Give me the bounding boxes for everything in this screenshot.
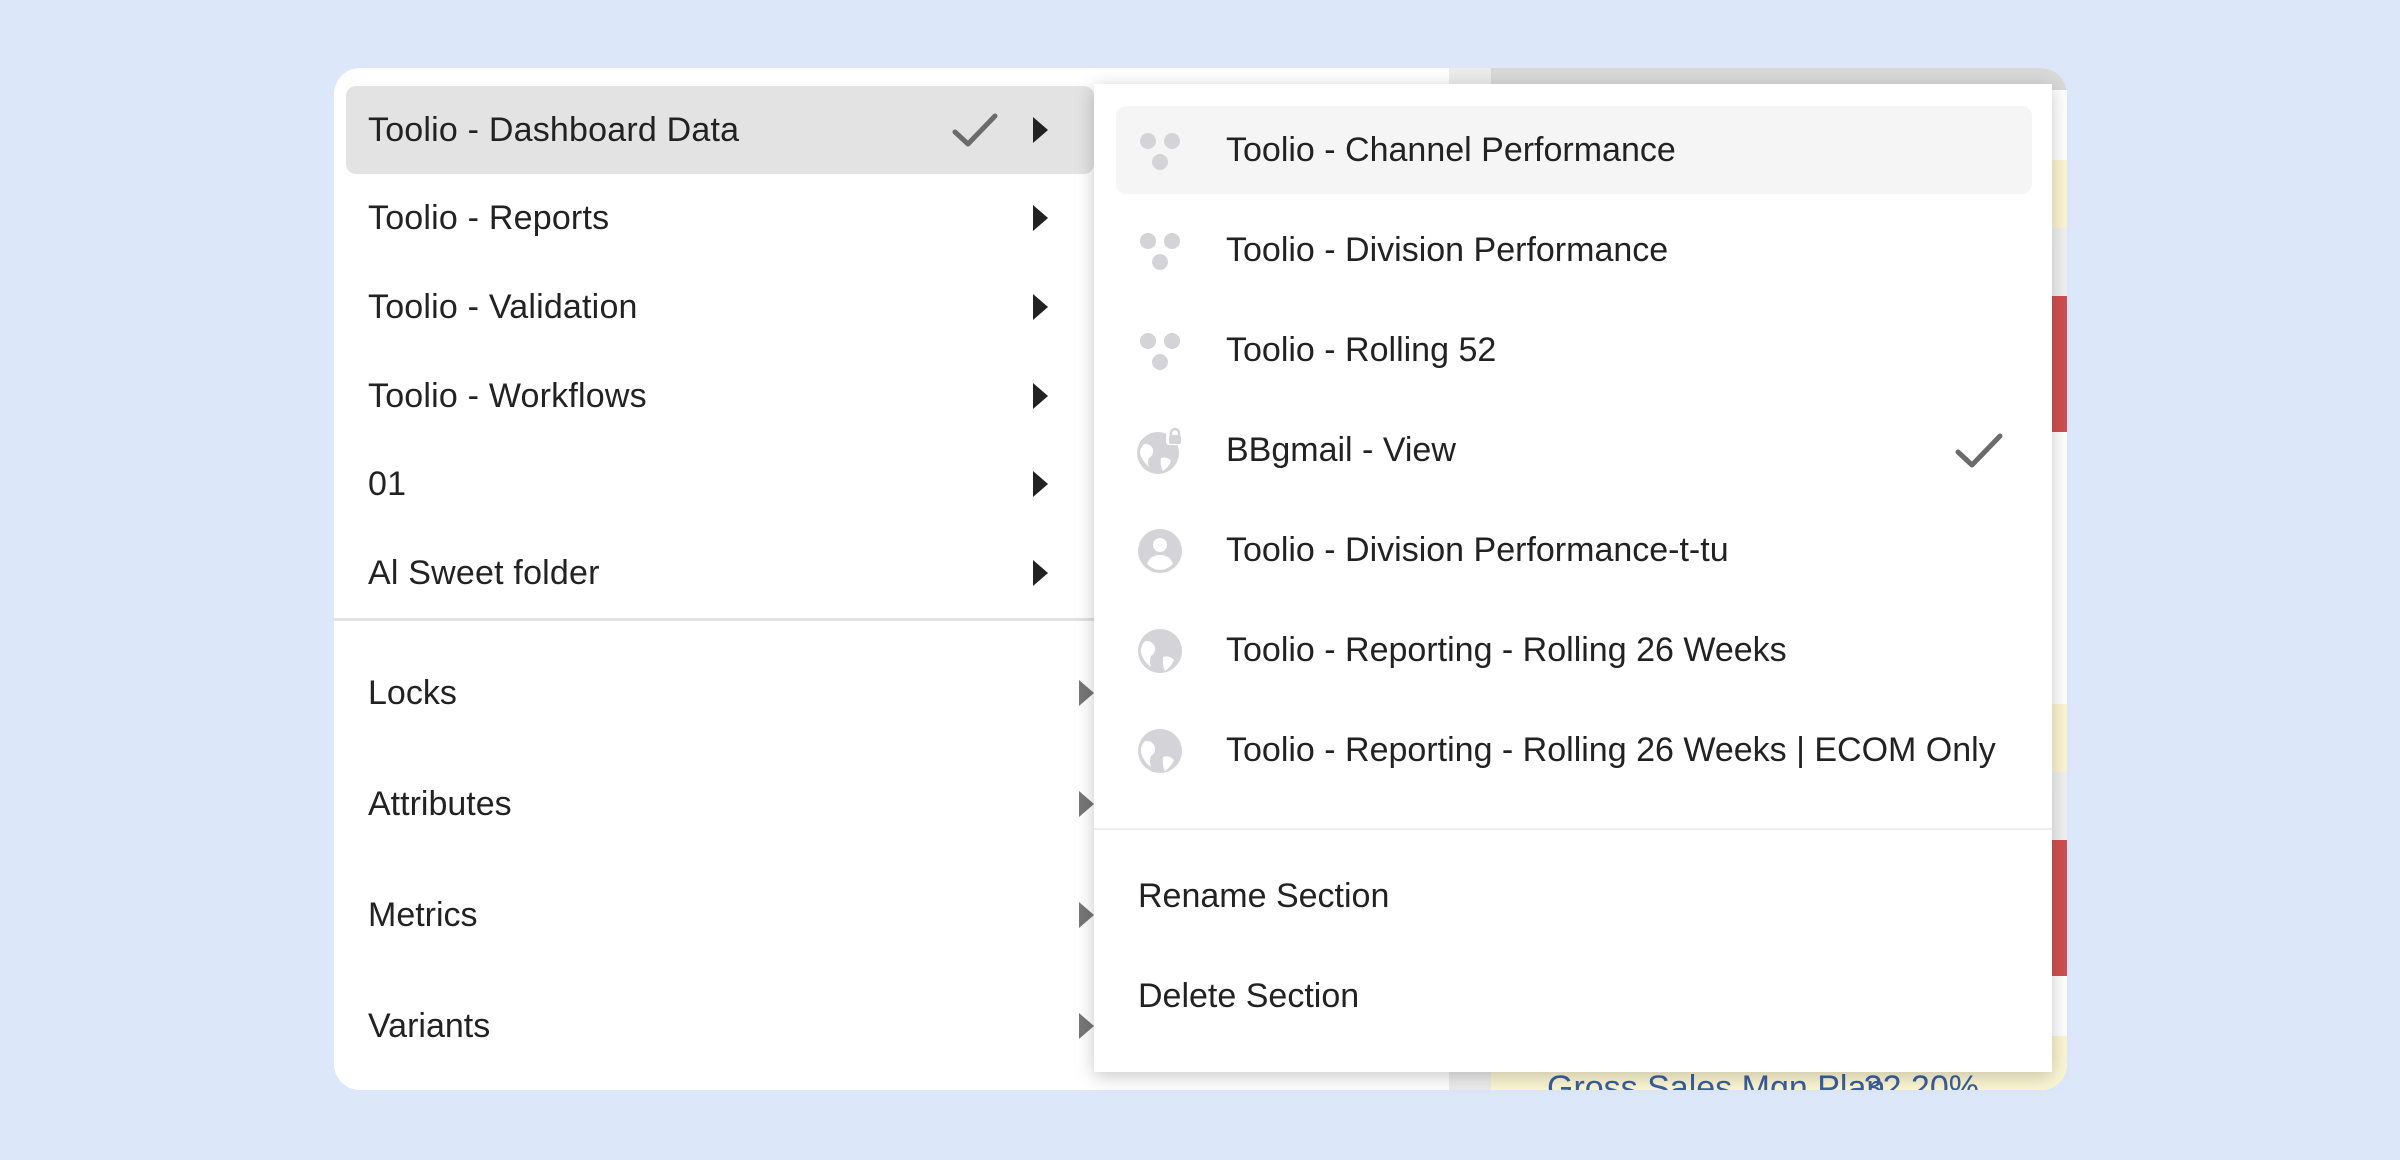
section-item-label: Metrics	[368, 895, 478, 934]
chevron-right-icon	[1033, 294, 1048, 320]
folder-menu: Toolio - Dashboard Data Toolio - Reports…	[334, 68, 1094, 1090]
view-item-label: Toolio - Division Performance-t-tu	[1226, 530, 1729, 569]
view-item-division-performance-t-tu[interactable]: Toolio - Division Performance-t-tu	[1116, 506, 2032, 594]
rename-section-label: Rename Section	[1138, 876, 1390, 915]
folder-item-label: Toolio - Dashboard Data	[368, 110, 740, 149]
folder-item-toolio-workflows[interactable]: Toolio - Workflows	[346, 352, 1094, 440]
view-item-reporting-rolling-26-weeks-ecom-only[interactable]: Toolio - Reporting - Rolling 26 Weeks | …	[1116, 706, 2032, 794]
team-icon	[1140, 233, 1180, 270]
folder-item-01[interactable]: 01	[346, 440, 1094, 528]
folder-item-al-sweet-folder[interactable]: Al Sweet folder	[346, 529, 1094, 617]
chevron-right-icon	[1079, 680, 1094, 706]
chevron-right-icon	[1033, 560, 1048, 586]
screen: Gross Sales Mgn Plan 32.20% Toolio - Das…	[0, 0, 2400, 1160]
folder-item-label: Toolio - Reports	[368, 198, 610, 237]
view-item-channel-performance[interactable]: Toolio - Channel Performance	[1116, 106, 2032, 194]
view-item-label: BBgmail - View	[1226, 430, 1456, 469]
globe-icon	[1138, 729, 1182, 773]
section-item-label: Locks	[368, 673, 457, 712]
section-item-locks[interactable]: Locks	[368, 643, 1094, 743]
rename-section-button[interactable]: Rename Section	[1138, 851, 1389, 941]
section-item-attributes[interactable]: Attributes	[368, 754, 1094, 854]
folder-item-label: Al Sweet folder	[368, 553, 600, 592]
view-item-division-performance[interactable]: Toolio - Division Performance	[1116, 206, 2032, 294]
view-item-label: Toolio - Reporting - Rolling 26 Weeks	[1226, 630, 1787, 669]
submenu-divider	[1094, 828, 2052, 830]
view-item-label: Toolio - Rolling 52	[1226, 330, 1497, 369]
section-item-label: Attributes	[368, 784, 512, 823]
chevron-right-icon	[1079, 1013, 1094, 1039]
view-item-bbgmail-view[interactable]: BBgmail - View	[1116, 406, 2032, 494]
view-item-label: Toolio - Division Performance	[1226, 230, 1669, 269]
views-submenu: Toolio - Channel Performance Toolio - Di…	[1094, 84, 2052, 1072]
chevron-right-icon	[1079, 902, 1094, 928]
folder-item-label: Toolio - Validation	[368, 287, 638, 326]
menu-divider	[334, 618, 1094, 621]
checkmark-icon	[952, 113, 998, 147]
user-icon	[1138, 529, 1182, 573]
team-icon	[1140, 333, 1180, 370]
delete-section-label: Delete Section	[1138, 976, 1360, 1015]
section-item-label: Variants	[368, 1006, 491, 1045]
chevron-right-icon	[1033, 471, 1048, 497]
folder-item-label: Toolio - Workflows	[368, 376, 647, 415]
chevron-right-icon	[1033, 383, 1048, 409]
view-item-reporting-rolling-26-weeks[interactable]: Toolio - Reporting - Rolling 26 Weeks	[1116, 606, 2032, 694]
folder-item-toolio-dashboard-data[interactable]: Toolio - Dashboard Data	[346, 86, 1094, 174]
globe-lock-icon	[1137, 427, 1184, 474]
view-item-rolling-52[interactable]: Toolio - Rolling 52	[1116, 306, 2032, 394]
chevron-right-icon	[1033, 205, 1048, 231]
section-item-variants[interactable]: Variants	[368, 976, 1094, 1076]
sheet-cell-label: Gross Sales Mgn Plan	[1547, 1069, 1886, 1090]
chevron-right-icon	[1079, 791, 1094, 817]
section-item-metrics[interactable]: Metrics	[368, 865, 1094, 965]
view-item-label: Toolio - Reporting - Rolling 26 Weeks | …	[1226, 730, 1996, 769]
folder-item-label: 01	[368, 464, 407, 503]
folder-item-toolio-validation[interactable]: Toolio - Validation	[346, 263, 1094, 351]
chevron-right-icon	[1033, 117, 1048, 143]
team-icon	[1140, 133, 1180, 170]
globe-icon	[1138, 629, 1182, 673]
sheet-cell-value: 32.20%	[1863, 1069, 1979, 1090]
folder-item-toolio-reports[interactable]: Toolio - Reports	[346, 174, 1094, 262]
delete-section-button[interactable]: Delete Section	[1138, 951, 1359, 1041]
view-item-label: Toolio - Channel Performance	[1226, 130, 1676, 169]
checkmark-icon	[1955, 433, 2003, 468]
